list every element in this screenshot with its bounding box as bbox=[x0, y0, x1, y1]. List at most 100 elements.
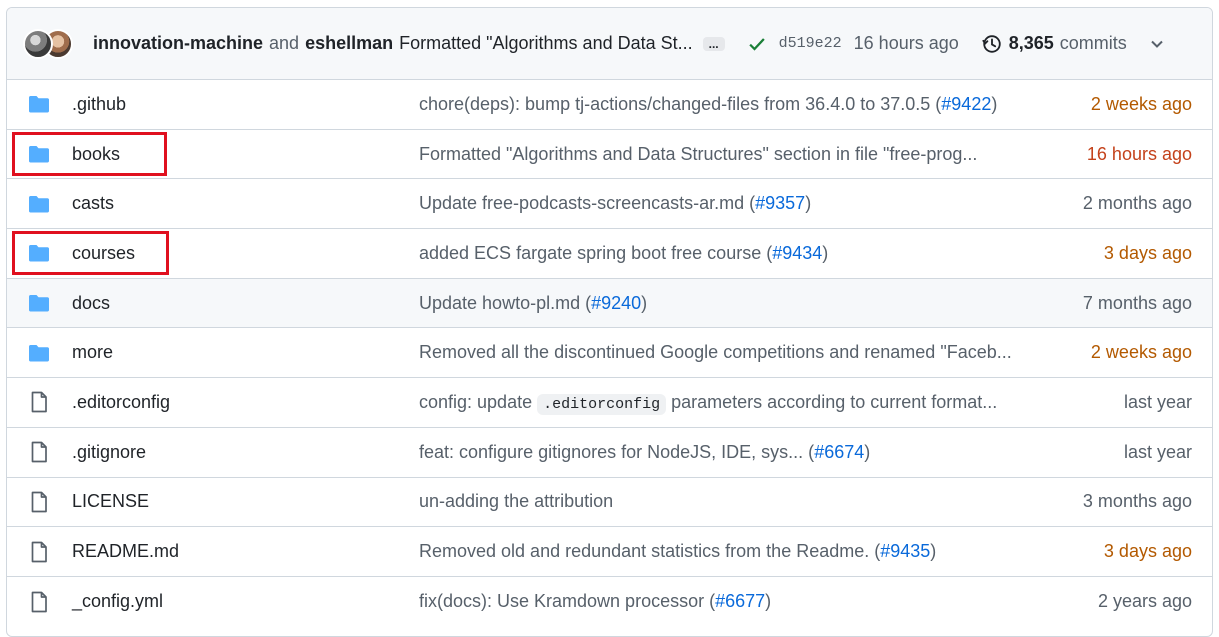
file-icon bbox=[27, 540, 51, 564]
author-link[interactable]: eshellman bbox=[305, 33, 393, 54]
commit-age: 3 days ago bbox=[1103, 541, 1192, 562]
history-icon bbox=[982, 34, 1001, 53]
commit-age: last year bbox=[1123, 441, 1192, 462]
expand-message-button[interactable]: ... bbox=[702, 36, 725, 51]
file-browser: innovation-machine and eshellman Formatt… bbox=[6, 7, 1213, 637]
file-name-link[interactable]: README.md bbox=[72, 541, 179, 562]
commit-message-text[interactable]: ) bbox=[864, 442, 870, 462]
file-name-link[interactable]: casts bbox=[72, 193, 114, 214]
commit-message-link[interactable]: un-adding the attribution bbox=[419, 491, 613, 512]
commit-age: 3 days ago bbox=[1103, 242, 1192, 263]
commit-age: 3 months ago bbox=[1082, 491, 1192, 512]
commit-age: 2 months ago bbox=[1082, 193, 1192, 214]
commit-age: 2 weeks ago bbox=[1090, 93, 1192, 114]
commit-count: 8,365 bbox=[1008, 33, 1054, 53]
file-list: .github chore(deps): bump tj-actions/chan… bbox=[7, 80, 1212, 627]
commit-message-link[interactable]: Removed old and redundant statistics fro… bbox=[419, 541, 936, 562]
file-row[interactable]: courses added ECS fargate spring boot fre… bbox=[7, 229, 1212, 279]
commit-message-text[interactable]: Update free-podcasts-screencasts-ar.md ( bbox=[419, 193, 755, 213]
commit-age: 7 months ago bbox=[1082, 292, 1192, 313]
file-row[interactable]: more Removed all the discontinued Google … bbox=[7, 328, 1212, 379]
commit-message-text[interactable]: fix(docs): Use Kramdown processor ( bbox=[419, 591, 715, 611]
commit-time: 16 hours ago bbox=[853, 33, 959, 53]
file-row[interactable]: docs Update howto-pl.md (#9240) 7 months a… bbox=[7, 278, 1212, 329]
author-avatars[interactable] bbox=[23, 27, 77, 61]
file-row[interactable]: README.md Removed old and redundant stati… bbox=[7, 527, 1212, 577]
commit-message-text[interactable]: ) bbox=[641, 293, 647, 313]
and-text: and bbox=[269, 33, 300, 53]
commit-message-text[interactable]: un-adding the attribution bbox=[419, 491, 613, 511]
commits-label: commits bbox=[1059, 33, 1127, 53]
commit-message-link[interactable]: Update free-podcasts-screencasts-ar.md (… bbox=[419, 193, 811, 214]
commit-message-link[interactable]: Update howto-pl.md (#9240) bbox=[419, 293, 647, 314]
commit-message-link[interactable]: fix(docs): Use Kramdown processor (#6677… bbox=[419, 591, 771, 612]
chevron-down-icon[interactable] bbox=[1147, 34, 1167, 54]
pull-request-link[interactable]: #9434 bbox=[772, 243, 822, 263]
pull-request-link[interactable]: #9422 bbox=[941, 94, 991, 114]
commit-message-link[interactable]: added ECS fargate spring boot free cours… bbox=[419, 243, 828, 264]
file-row[interactable]: .editorconfig config: update .editorconfi… bbox=[7, 378, 1212, 428]
commit-message-text[interactable]: ) bbox=[765, 591, 771, 611]
commit-age: 2 years ago bbox=[1097, 591, 1192, 612]
pull-request-link[interactable]: #9357 bbox=[755, 193, 805, 213]
folder-icon bbox=[27, 341, 51, 365]
commit-message-link[interactable]: config: update .editorconfig parameters … bbox=[419, 392, 997, 415]
file-row[interactable]: .gitignore feat: configure gitignores for… bbox=[7, 428, 1212, 478]
latest-commit-message[interactable]: Formatted "Algorithms and Data St... bbox=[399, 33, 693, 54]
latest-commit-bar: innovation-machine and eshellman Formatt… bbox=[7, 8, 1212, 80]
commit-message-link[interactable]: feat: configure gitignores for NodeJS, I… bbox=[419, 442, 870, 463]
commit-message-text[interactable]: Removed old and redundant statistics fro… bbox=[419, 541, 880, 561]
file-name-link[interactable]: courses bbox=[72, 243, 135, 264]
commit-message-text[interactable]: chore(deps): bump tj-actions/changed-fil… bbox=[419, 94, 941, 114]
file-name-link[interactable]: .gitignore bbox=[72, 442, 146, 463]
folder-icon bbox=[27, 92, 51, 116]
file-icon bbox=[27, 590, 51, 614]
commit-message-text[interactable]: ) bbox=[930, 541, 936, 561]
file-row[interactable]: LICENSE un-adding the attribution 3 months… bbox=[7, 478, 1212, 528]
commit-sha[interactable]: d519e22 bbox=[779, 35, 842, 52]
inline-code: .editorconfig bbox=[537, 393, 667, 415]
commit-message-link[interactable]: chore(deps): bump tj-actions/changed-fil… bbox=[419, 94, 997, 115]
commit-message-text[interactable]: ) bbox=[822, 243, 828, 263]
commit-message-link[interactable]: Removed all the discontinued Google comp… bbox=[419, 342, 1012, 363]
file-icon bbox=[27, 390, 51, 414]
commit-message-text[interactable]: Removed all the discontinued Google comp… bbox=[419, 342, 1012, 362]
commit-message-text[interactable]: parameters according to current format..… bbox=[666, 392, 997, 412]
check-icon[interactable] bbox=[747, 34, 767, 54]
pull-request-link[interactable]: #9240 bbox=[591, 293, 641, 313]
pull-request-link[interactable]: #6677 bbox=[715, 591, 765, 611]
commit-message-text[interactable]: ) bbox=[805, 193, 811, 213]
file-name-link[interactable]: _config.yml bbox=[72, 591, 163, 612]
commit-age: 16 hours ago bbox=[1086, 143, 1192, 164]
folder-icon bbox=[27, 192, 51, 216]
folder-icon bbox=[27, 241, 51, 265]
avatar[interactable] bbox=[23, 28, 53, 59]
pull-request-link[interactable]: #9435 bbox=[880, 541, 930, 561]
file-name-link[interactable]: .github bbox=[72, 94, 126, 115]
commit-message-text[interactable]: Formatted "Algorithms and Data Structure… bbox=[419, 144, 977, 164]
folder-icon bbox=[27, 291, 51, 315]
commit-age: last year bbox=[1123, 391, 1192, 412]
commits-link[interactable]: 8,365 commits bbox=[981, 33, 1127, 55]
file-name-link[interactable]: LICENSE bbox=[72, 491, 149, 512]
file-icon bbox=[27, 490, 51, 514]
folder-icon bbox=[27, 142, 51, 166]
file-name-link[interactable]: docs bbox=[72, 293, 110, 314]
commit-message-text[interactable]: feat: configure gitignores for NodeJS, I… bbox=[419, 442, 814, 462]
commit-message-text[interactable]: config: update bbox=[419, 392, 537, 412]
commit-message-text[interactable]: ) bbox=[991, 94, 997, 114]
file-name-link[interactable]: books bbox=[72, 144, 120, 165]
commit-message-text[interactable]: Update howto-pl.md ( bbox=[419, 293, 591, 313]
file-icon bbox=[27, 440, 51, 464]
pull-request-link[interactable]: #6674 bbox=[814, 442, 864, 462]
file-row[interactable]: .github chore(deps): bump tj-actions/chan… bbox=[7, 80, 1212, 130]
file-name-link[interactable]: more bbox=[72, 342, 113, 363]
author-link[interactable]: innovation-machine bbox=[93, 33, 263, 54]
commit-age: 2 weeks ago bbox=[1090, 342, 1192, 363]
commit-message-link[interactable]: Formatted "Algorithms and Data Structure… bbox=[419, 144, 977, 165]
file-row[interactable]: casts Update free-podcasts-screencasts-ar… bbox=[7, 179, 1212, 230]
file-row[interactable]: books Formatted "Algorithms and Data Stru… bbox=[7, 130, 1212, 180]
commit-message-text[interactable]: added ECS fargate spring boot free cours… bbox=[419, 243, 772, 263]
file-row[interactable]: _config.yml fix(docs): Use Kramdown proce… bbox=[7, 577, 1212, 627]
file-name-link[interactable]: .editorconfig bbox=[72, 392, 170, 413]
